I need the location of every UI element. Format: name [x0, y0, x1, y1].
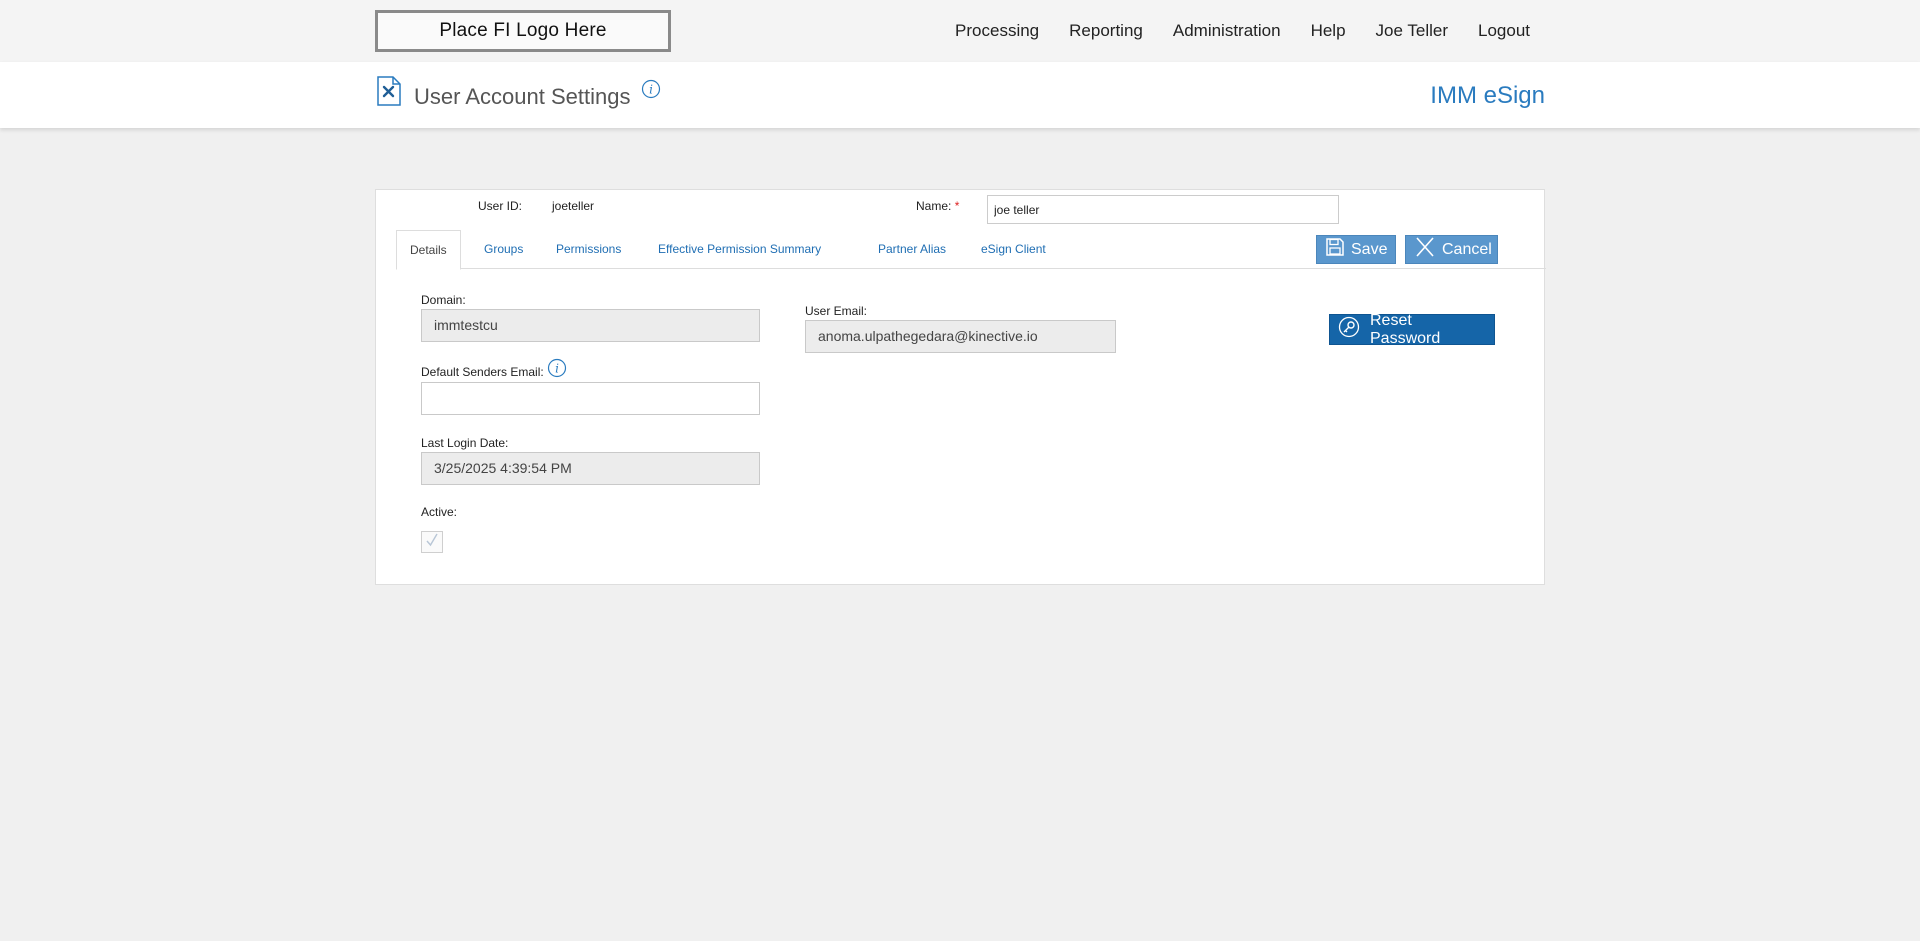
last-login-label: Last Login Date: [421, 436, 509, 450]
svg-text:i: i [649, 83, 653, 97]
tab-groups[interactable]: Groups [484, 230, 523, 269]
tab-partner-alias[interactable]: Partner Alias [878, 230, 946, 269]
settings-document-icon [376, 76, 402, 106]
user-email-label: User Email: [805, 304, 868, 318]
tab-effective-permission-summary[interactable]: Effective Permission Summary [658, 230, 821, 269]
required-marker: * [954, 199, 960, 213]
reset-password-label: Reset Password [1370, 311, 1441, 347]
user-email-field: anoma.ulpathegedara@kinective.io [805, 320, 1116, 353]
user-settings-panel: User ID: joeteller Name: * Details Group… [375, 189, 1546, 585]
close-icon [1414, 237, 1436, 262]
top-navigation-bar: Place FI Logo Here Processing Reporting … [0, 0, 1920, 62]
default-senders-email-label: Default Senders Email: [421, 365, 544, 379]
nav-user-menu[interactable]: Joe Teller [1376, 21, 1448, 41]
name-label: Name: * [916, 199, 959, 213]
fi-logo-placeholder: Place FI Logo Here [375, 10, 671, 52]
info-icon[interactable]: i [641, 79, 661, 104]
tab-esign-client[interactable]: eSign Client [981, 230, 1046, 269]
name-input[interactable] [987, 195, 1339, 224]
checkmark-icon [424, 532, 440, 553]
nav-help[interactable]: Help [1311, 21, 1346, 41]
user-id-value: joeteller [552, 199, 595, 213]
last-login-field: 3/25/2025 4:39:54 PM [421, 452, 760, 485]
tab-details[interactable]: Details [396, 230, 461, 270]
nav-administration[interactable]: Administration [1173, 21, 1281, 41]
active-label: Active: [421, 505, 458, 519]
nav-processing[interactable]: Processing [955, 21, 1039, 41]
cancel-label: Cancel [1442, 240, 1492, 258]
reset-password-button[interactable]: Reset Password [1329, 311, 1495, 347]
product-brand: IMM eSign [1430, 82, 1545, 109]
default-senders-email-input[interactable] [421, 382, 760, 415]
save-label: Save [1351, 240, 1388, 258]
name-label-text: Name: [916, 199, 952, 213]
save-icon [1325, 237, 1345, 262]
svg-text:i: i [555, 362, 559, 376]
domain-field: immtestcu [421, 309, 760, 342]
key-icon [1338, 316, 1360, 343]
nav-logout[interactable]: Logout [1478, 21, 1530, 41]
save-button[interactable]: Save [1316, 235, 1396, 264]
default-senders-email-info-icon[interactable]: i [547, 358, 567, 383]
page-header: User Account Settings i IMM eSign [0, 62, 1920, 128]
cancel-button[interactable]: Cancel [1405, 235, 1498, 264]
domain-label: Domain: [421, 293, 466, 307]
user-id-label: User ID: [478, 199, 523, 213]
main-nav: Processing Reporting Administration Help… [955, 0, 1530, 62]
page-title: User Account Settings [414, 84, 631, 109]
tab-permissions[interactable]: Permissions [556, 230, 621, 269]
nav-reporting[interactable]: Reporting [1069, 21, 1143, 41]
active-checkbox[interactable] [421, 531, 443, 553]
